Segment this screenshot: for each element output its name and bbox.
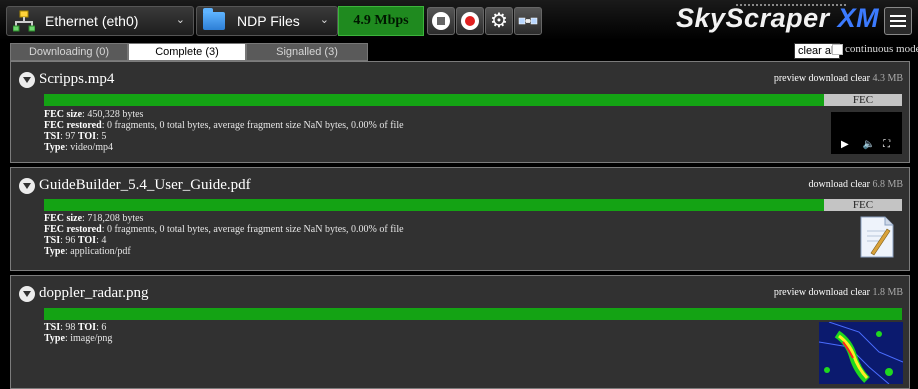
ndp-files-select[interactable]: NDP Files ⌄ bbox=[196, 6, 338, 36]
chevron-down-icon: ⌄ bbox=[319, 14, 329, 26]
fec-size-value: 450,328 bytes bbox=[87, 109, 144, 120]
chevron-down-icon: ⌄ bbox=[175, 14, 185, 26]
type-value: application/pdf bbox=[70, 246, 131, 257]
file-actions: preview download clear 4.3 MB bbox=[774, 73, 903, 84]
record-icon bbox=[461, 12, 479, 30]
fec-size-value: 718,208 bytes bbox=[87, 213, 144, 224]
download-progress-bar bbox=[44, 308, 902, 320]
file-info: FEC size: 718,208 bytes FEC restored: 0 … bbox=[44, 213, 404, 257]
file-item: doppler_radar.png preview download clear… bbox=[10, 275, 910, 389]
file-name: doppler_radar.png bbox=[39, 285, 149, 301]
file-name: GuideBuilder_5.4_User_Guide.pdf bbox=[39, 177, 251, 193]
tsi-value: 98 bbox=[65, 322, 76, 333]
interface-select[interactable]: Ethernet (eth0) ⌄ bbox=[6, 6, 194, 36]
data-rate-display: 4.9 Mbps bbox=[338, 6, 424, 36]
video-preview[interactable]: ▶ 🔈 ⛶ bbox=[831, 112, 902, 154]
file-actions: download clear 6.8 MB bbox=[809, 179, 903, 190]
clear-link[interactable]: clear bbox=[851, 287, 870, 298]
gear-icon: ⚙ bbox=[490, 10, 508, 32]
hamburger-menu-button[interactable] bbox=[884, 7, 912, 35]
type-value: video/mp4 bbox=[70, 142, 113, 153]
file-size: 4.3 MB bbox=[872, 73, 903, 84]
tabs-row: Downloading (0) Complete (3) Signalled (… bbox=[0, 40, 918, 61]
collapse-toggle-icon[interactable] bbox=[19, 178, 35, 194]
continuous-mode-label: continuous mode bbox=[845, 43, 918, 55]
toi-value: 6 bbox=[101, 322, 107, 333]
download-link[interactable]: download bbox=[809, 73, 848, 84]
tab-complete[interactable]: Complete (3) bbox=[128, 43, 246, 61]
menu-icon bbox=[890, 15, 906, 17]
file-size: 1.8 MB bbox=[872, 287, 903, 298]
radar-image-thumbnail[interactable] bbox=[819, 322, 903, 384]
fec-restored-value: 0 fragments, 0 total bytes, average frag… bbox=[106, 224, 404, 235]
satellite-button[interactable] bbox=[514, 7, 542, 35]
tsi-value: 97 bbox=[65, 131, 76, 142]
toi-value: 5 bbox=[101, 131, 107, 142]
file-info: FEC size: 450,328 bytes FEC restored: 0 … bbox=[44, 109, 404, 153]
fullscreen-icon[interactable]: ⛶ bbox=[883, 139, 890, 150]
collapse-toggle-icon[interactable] bbox=[19, 72, 35, 88]
type-value: image/png bbox=[70, 333, 113, 344]
interface-label: Ethernet (eth0) bbox=[45, 13, 139, 29]
tab-downloading[interactable]: Downloading (0) bbox=[10, 43, 128, 61]
play-icon[interactable]: ▶ bbox=[841, 139, 849, 150]
preview-link[interactable]: preview bbox=[774, 287, 806, 298]
settings-button[interactable]: ⚙ bbox=[485, 7, 513, 35]
fec-indicator: FEC bbox=[824, 199, 902, 211]
folder-icon bbox=[203, 8, 225, 30]
preview-link[interactable]: preview bbox=[774, 73, 806, 84]
file-name: Scripps.mp4 bbox=[39, 71, 115, 87]
continuous-mode-toggle[interactable]: continuous mode bbox=[832, 43, 918, 55]
download-link[interactable]: download bbox=[809, 287, 848, 298]
file-actions: preview download clear 1.8 MB bbox=[774, 287, 903, 298]
stop-button[interactable] bbox=[427, 7, 455, 35]
file-item: GuideBuilder_5.4_User_Guide.pdf download… bbox=[10, 167, 910, 271]
skyscraper-logo: SkyScraper XM bbox=[676, 3, 879, 34]
download-progress-bar bbox=[44, 94, 824, 106]
tsi-value: 96 bbox=[65, 235, 76, 246]
clear-link[interactable]: clear bbox=[851, 73, 870, 84]
continuous-mode-checkbox[interactable] bbox=[832, 43, 843, 55]
volume-icon[interactable]: 🔈 bbox=[863, 139, 875, 150]
clear-link[interactable]: clear bbox=[851, 179, 870, 190]
download-link[interactable]: download bbox=[809, 179, 848, 190]
file-size: 6.8 MB bbox=[872, 179, 903, 190]
fec-indicator: FEC bbox=[824, 94, 902, 106]
toi-value: 4 bbox=[101, 235, 107, 246]
collapse-toggle-icon[interactable] bbox=[19, 286, 35, 302]
record-button[interactable] bbox=[456, 7, 484, 35]
stop-icon bbox=[432, 12, 450, 30]
file-item: Scripps.mp4 preview download clear 4.3 M… bbox=[10, 61, 910, 163]
pdf-document-icon[interactable] bbox=[859, 215, 895, 259]
download-progress-bar bbox=[44, 199, 824, 211]
top-toolbar: Ethernet (eth0) ⌄ NDP Files ⌄ 4.9 Mbps ⚙… bbox=[0, 0, 918, 40]
network-icon bbox=[12, 10, 36, 32]
satellite-icon bbox=[518, 17, 538, 25]
ndp-files-label: NDP Files bbox=[237, 13, 300, 29]
tab-signalled[interactable]: Signalled (3) bbox=[246, 43, 368, 61]
file-info: TSI: 98 TOI: 6 Type: image/png bbox=[44, 322, 113, 344]
fec-restored-value: 0 fragments, 0 total bytes, average frag… bbox=[106, 120, 404, 131]
